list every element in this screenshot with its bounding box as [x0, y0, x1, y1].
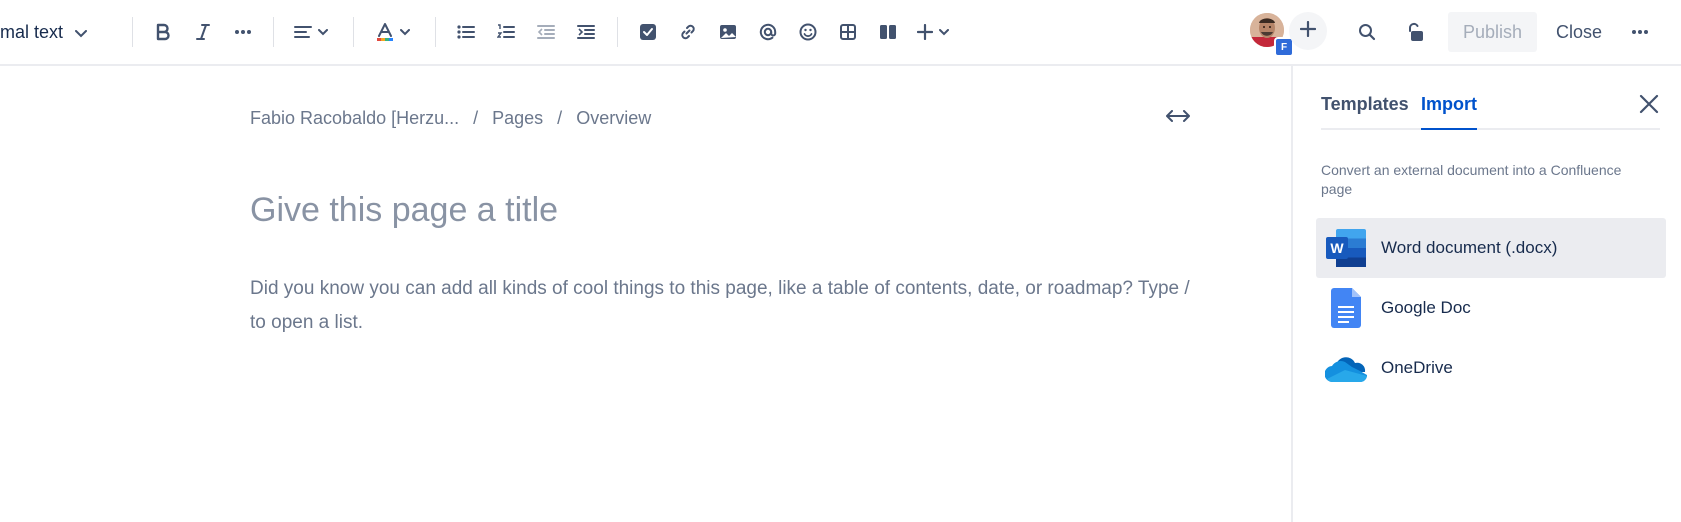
import-option-onedrive[interactable]: OneDrive — [1316, 338, 1666, 398]
italic-button[interactable] — [188, 14, 218, 50]
breadcrumb-pages[interactable]: Pages — [492, 108, 543, 129]
publish-button[interactable]: Publish — [1448, 12, 1537, 52]
action-item-button[interactable] — [632, 14, 664, 50]
full-width-toggle[interactable] — [1162, 106, 1194, 130]
close-panel-button[interactable] — [1637, 94, 1661, 118]
link-icon — [679, 23, 697, 41]
columns-icon — [879, 24, 897, 40]
more-formatting-button[interactable] — [228, 14, 258, 50]
tab-import[interactable]: Import — [1421, 94, 1477, 123]
bold-icon — [155, 23, 171, 41]
text-style-label: rmal text — [0, 21, 64, 42]
alignment-dropdown[interactable] — [290, 14, 332, 50]
checkbox-icon — [640, 24, 656, 40]
active-tab-indicator — [1421, 128, 1477, 130]
table-button[interactable] — [832, 14, 864, 50]
chevron-down-icon — [939, 28, 949, 36]
indent-icon — [577, 25, 595, 39]
chevron-down-icon — [75, 22, 88, 43]
align-left-icon — [294, 25, 312, 39]
panel-tabs: Templates Import — [1321, 88, 1660, 130]
indent-button[interactable] — [570, 14, 602, 50]
layouts-button[interactable] — [872, 14, 904, 50]
table-icon — [840, 24, 856, 40]
breadcrumb-separator: / — [557, 108, 563, 128]
bullet-list-button[interactable] — [450, 14, 482, 50]
unlock-icon — [1406, 22, 1424, 42]
find-replace-button[interactable] — [1351, 14, 1383, 50]
tab-templates[interactable]: Templates — [1321, 94, 1409, 123]
toolbar-divider — [353, 17, 354, 47]
breadcrumb-separator: / — [473, 108, 479, 128]
page-title-input[interactable] — [250, 184, 1190, 236]
import-option-google-doc[interactable]: Google Doc — [1316, 278, 1666, 338]
toolbar-divider — [617, 17, 618, 47]
plus-icon — [1299, 20, 1317, 42]
more-dots-icon — [234, 29, 252, 35]
import-description: Convert an external document into a Conf… — [1321, 162, 1622, 197]
link-button[interactable] — [672, 14, 704, 50]
onedrive-icon — [1323, 345, 1369, 391]
editor-toolbar: rmal text F Publish Close — [0, 0, 1681, 66]
text-color-icon — [376, 22, 394, 42]
toolbar-divider — [132, 17, 133, 47]
import-option-label: OneDrive — [1381, 358, 1453, 377]
editor-canvas: Fabio Racobaldo [Herzu... / Pages / Over… — [0, 66, 1291, 522]
bold-button[interactable] — [148, 14, 178, 50]
close-icon — [1639, 94, 1659, 119]
breadcrumb: Fabio Racobaldo [Herzu... / Pages / Over… — [250, 108, 651, 129]
text-style-dropdown[interactable]: rmal text — [0, 14, 88, 50]
invite-collaborator-button[interactable] — [1289, 12, 1327, 50]
insert-dropdown[interactable] — [912, 14, 954, 50]
templates-import-panel: Templates Import Convert an external doc… — [1291, 66, 1681, 522]
word-icon: W — [1323, 225, 1369, 271]
google-doc-icon — [1323, 285, 1369, 331]
bullet-list-icon — [457, 25, 475, 39]
import-option-label: Google Doc — [1381, 298, 1471, 317]
import-options-list: W Word document (.docx) Google Doc OneDr… — [1316, 218, 1666, 398]
breadcrumb-space[interactable]: Fabio Racobaldo [Herzu... — [250, 108, 459, 129]
editor-body-placeholder[interactable]: Did you know you can add all kinds of co… — [250, 272, 1210, 340]
italic-icon — [196, 23, 210, 41]
chevron-down-icon — [318, 28, 328, 36]
search-icon — [1358, 23, 1376, 41]
numbered-list-button[interactable] — [490, 14, 522, 50]
toolbar-divider — [273, 17, 274, 47]
more-actions-button[interactable] — [1624, 14, 1656, 50]
outdent-button[interactable] — [530, 14, 562, 50]
mention-button[interactable] — [752, 14, 784, 50]
restrictions-button[interactable] — [1399, 14, 1431, 50]
close-editor-button[interactable]: Close — [1548, 12, 1610, 52]
svg-text:W: W — [1330, 240, 1344, 256]
import-option-word[interactable]: W Word document (.docx) — [1316, 218, 1666, 278]
numbered-list-icon — [497, 24, 515, 40]
image-icon — [719, 24, 737, 40]
text-color-dropdown[interactable] — [372, 14, 414, 50]
outdent-icon — [537, 25, 555, 39]
smiley-icon — [799, 23, 817, 41]
image-button[interactable] — [712, 14, 744, 50]
more-dots-icon — [1631, 29, 1649, 35]
at-sign-icon — [759, 23, 777, 41]
import-option-label: Word document (.docx) — [1381, 238, 1558, 257]
emoji-button[interactable] — [792, 14, 824, 50]
breadcrumb-overview[interactable]: Overview — [576, 108, 651, 129]
expand-width-icon — [1166, 109, 1190, 127]
toolbar-divider — [435, 17, 436, 47]
plus-icon — [917, 24, 933, 40]
chevron-down-icon — [400, 28, 410, 36]
